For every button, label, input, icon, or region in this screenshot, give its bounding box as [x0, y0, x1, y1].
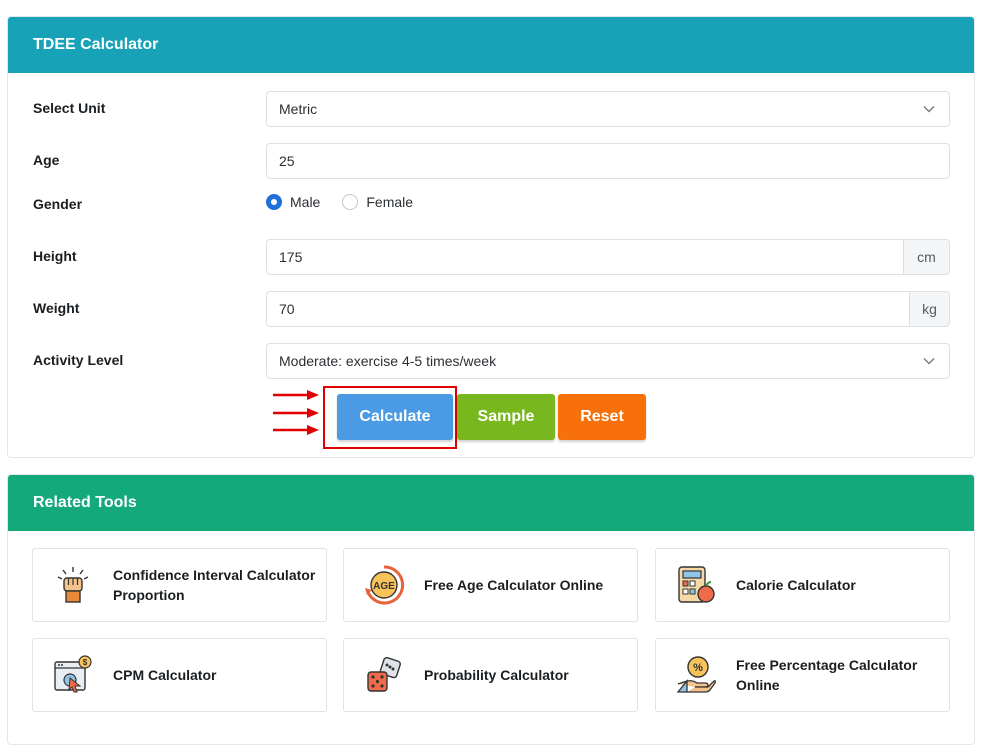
gender-female-radio[interactable] [342, 194, 359, 210]
age-label: Age [33, 152, 60, 168]
calculator-header: TDEE Calculator [8, 17, 974, 73]
age-badge-icon: AGE [344, 549, 424, 621]
height-unit: cm [903, 240, 949, 274]
tool-label: CPM Calculator [113, 667, 217, 683]
activity-select[interactable]: Moderate: exercise 4-5 times/week [266, 343, 950, 379]
svg-text:AGE: AGE [373, 581, 395, 592]
tool-confidence-interval[interactable]: Confidence Interval Calculator Proportio… [32, 548, 327, 622]
hand-percent-icon: % [656, 639, 736, 711]
height-input-value: 175 [279, 249, 303, 265]
age-input-value: 25 [279, 153, 295, 169]
red-arrows-annotation [273, 390, 319, 435]
calculator-title: TDEE Calculator [33, 36, 159, 53]
svg-text:$: $ [83, 658, 88, 667]
gender-female-label[interactable]: Female [366, 194, 413, 210]
tool-calorie-calculator[interactable]: Calorie Calculator [655, 548, 950, 622]
calculator-apple-icon [656, 549, 736, 621]
related-tools-card: Related Tools Confidence Interval Calcul… [7, 474, 975, 745]
gender-label: Gender [33, 196, 83, 212]
browser-click-dollar-icon: $ [33, 639, 113, 711]
dice-icon [344, 639, 424, 711]
tool-label: Confidence Interval Calculator Proportio… [113, 567, 316, 603]
raised-fist-icon [33, 549, 113, 621]
height-input[interactable]: 175 cm [266, 239, 950, 275]
calculate-button[interactable]: Calculate [337, 394, 453, 440]
weight-label: Weight [33, 300, 80, 316]
weight-unit: kg [909, 292, 949, 326]
tool-probability-calculator[interactable]: Probability Calculator [343, 638, 638, 712]
height-label: Height [33, 248, 77, 264]
chevron-down-icon [909, 105, 949, 113]
reset-button[interactable]: Reset [558, 394, 646, 440]
chevron-down-icon [909, 357, 949, 365]
tool-label: Calorie Calculator [736, 577, 856, 593]
tool-label: Probability Calculator [424, 667, 569, 683]
related-tools-title: Related Tools [33, 494, 137, 511]
unit-select-value: Metric [279, 101, 318, 117]
tdee-calculator-card: TDEE Calculator Select Unit Metric Age 2… [7, 16, 975, 458]
unit-label: Select Unit [33, 100, 106, 116]
related-tools-header: Related Tools [8, 475, 974, 531]
gender-radio-group: Male Female [266, 194, 435, 210]
tool-label: Free Age Calculator Online [424, 577, 604, 593]
gender-male-radio[interactable] [266, 194, 282, 210]
tool-age-calculator[interactable]: AGE Free Age Calculator Online [343, 548, 638, 622]
tool-percentage-calculator[interactable]: % Free Percentage Calculator Online [655, 638, 950, 712]
activity-label: Activity Level [33, 352, 124, 368]
activity-select-value: Moderate: exercise 4-5 times/week [279, 353, 497, 369]
tool-label: Free Percentage Calculator Online [736, 657, 918, 693]
gender-male-label[interactable]: Male [290, 194, 320, 210]
svg-text:%: % [693, 662, 703, 674]
unit-select[interactable]: Metric [266, 91, 950, 127]
weight-input-value: 70 [279, 301, 295, 317]
weight-input[interactable]: 70 kg [266, 291, 950, 327]
sample-button[interactable]: Sample [457, 394, 555, 440]
tool-cpm-calculator[interactable]: $ CPM Calculator [32, 638, 327, 712]
age-input[interactable]: 25 [266, 143, 950, 179]
